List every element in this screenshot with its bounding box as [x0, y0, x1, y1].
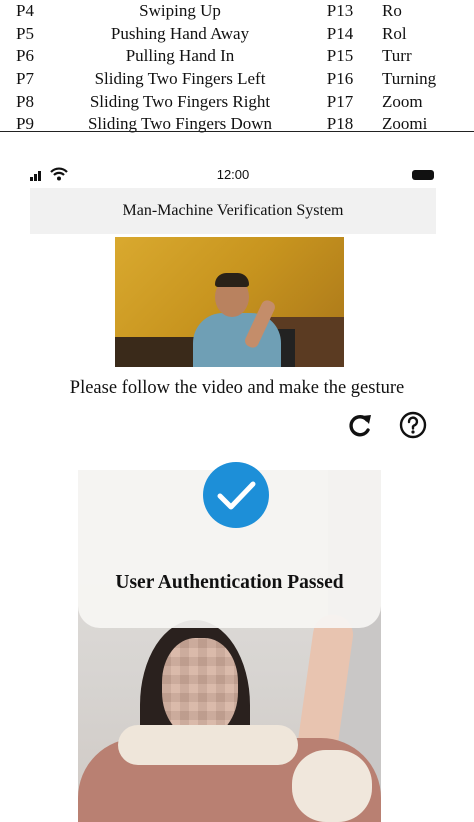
status-time: 12:00 [216, 167, 250, 182]
gesture-name-cell: Turning [382, 69, 437, 89]
table-row: P8 Sliding Two Fingers Right P17 Zoom [0, 90, 474, 113]
gesture-name-cell: Sliding Two Fingers Down [87, 114, 273, 134]
gesture-table: P4 Swiping Up P13 Ro P5 Pushing Hand Awa… [0, 0, 474, 136]
gesture-name-cell: Zoomi [382, 114, 428, 134]
gesture-name-cell: Turr [382, 46, 412, 66]
gesture-id-cell: P16 [326, 69, 354, 89]
gesture-id-cell: P9 [16, 114, 34, 134]
gesture-demo-video[interactable] [115, 237, 344, 367]
gesture-name-cell: Sliding Two Fingers Right [89, 91, 271, 111]
help-icon[interactable] [398, 410, 428, 440]
page-title: Man-Machine Verification System [122, 202, 344, 219]
blurred-face [162, 638, 238, 738]
checkmark-icon [203, 462, 269, 528]
table-row: P5 Pushing Hand Away P14 Rol [0, 23, 474, 46]
gesture-name-cell: Swiping Up [139, 1, 221, 21]
gesture-table-body: P4 Swiping Up P13 Ro P5 Pushing Hand Awa… [0, 0, 474, 136]
gesture-id-cell: P4 [16, 1, 34, 21]
gesture-id-cell: P7 [16, 69, 34, 89]
table-row: P4 Swiping Up P13 Ro [0, 0, 474, 23]
gesture-id-cell: P15 [326, 46, 354, 66]
refresh-icon[interactable] [345, 410, 375, 440]
gesture-id-cell: P6 [16, 46, 34, 66]
gesture-id-cell: P18 [326, 114, 354, 134]
auth-result-text: User Authentication Passed [115, 572, 344, 593]
app-header: Man-Machine Verification System [30, 188, 436, 234]
table-row: P6 Pulling Hand In P15 Turr [0, 45, 474, 68]
gesture-instruction: Please follow the video and make the ges… [69, 378, 405, 398]
gesture-name-cell: Pulling Hand In [125, 46, 235, 66]
gesture-id-cell: P14 [326, 23, 354, 43]
table-bottom-rule [0, 131, 474, 132]
gesture-id-cell: P13 [326, 1, 354, 21]
gesture-name-cell: Pushing Hand Away [110, 23, 250, 43]
gesture-id-cell: P5 [16, 23, 34, 43]
gesture-name-cell: Rol [382, 23, 407, 43]
gesture-id-cell: P17 [326, 91, 354, 111]
gesture-name-cell: Ro [382, 1, 402, 21]
battery-icon [412, 170, 434, 180]
gesture-name-cell: Sliding Two Fingers Left [94, 69, 266, 89]
table-row: P9 Sliding Two Fingers Down P18 Zoomi [0, 113, 474, 136]
table-row: P7 Sliding Two Fingers Left P16 Turning [0, 68, 474, 91]
gesture-name-cell: Zoom [382, 91, 423, 111]
gesture-id-cell: P8 [16, 91, 34, 111]
status-bar: 12:00 [30, 165, 436, 187]
